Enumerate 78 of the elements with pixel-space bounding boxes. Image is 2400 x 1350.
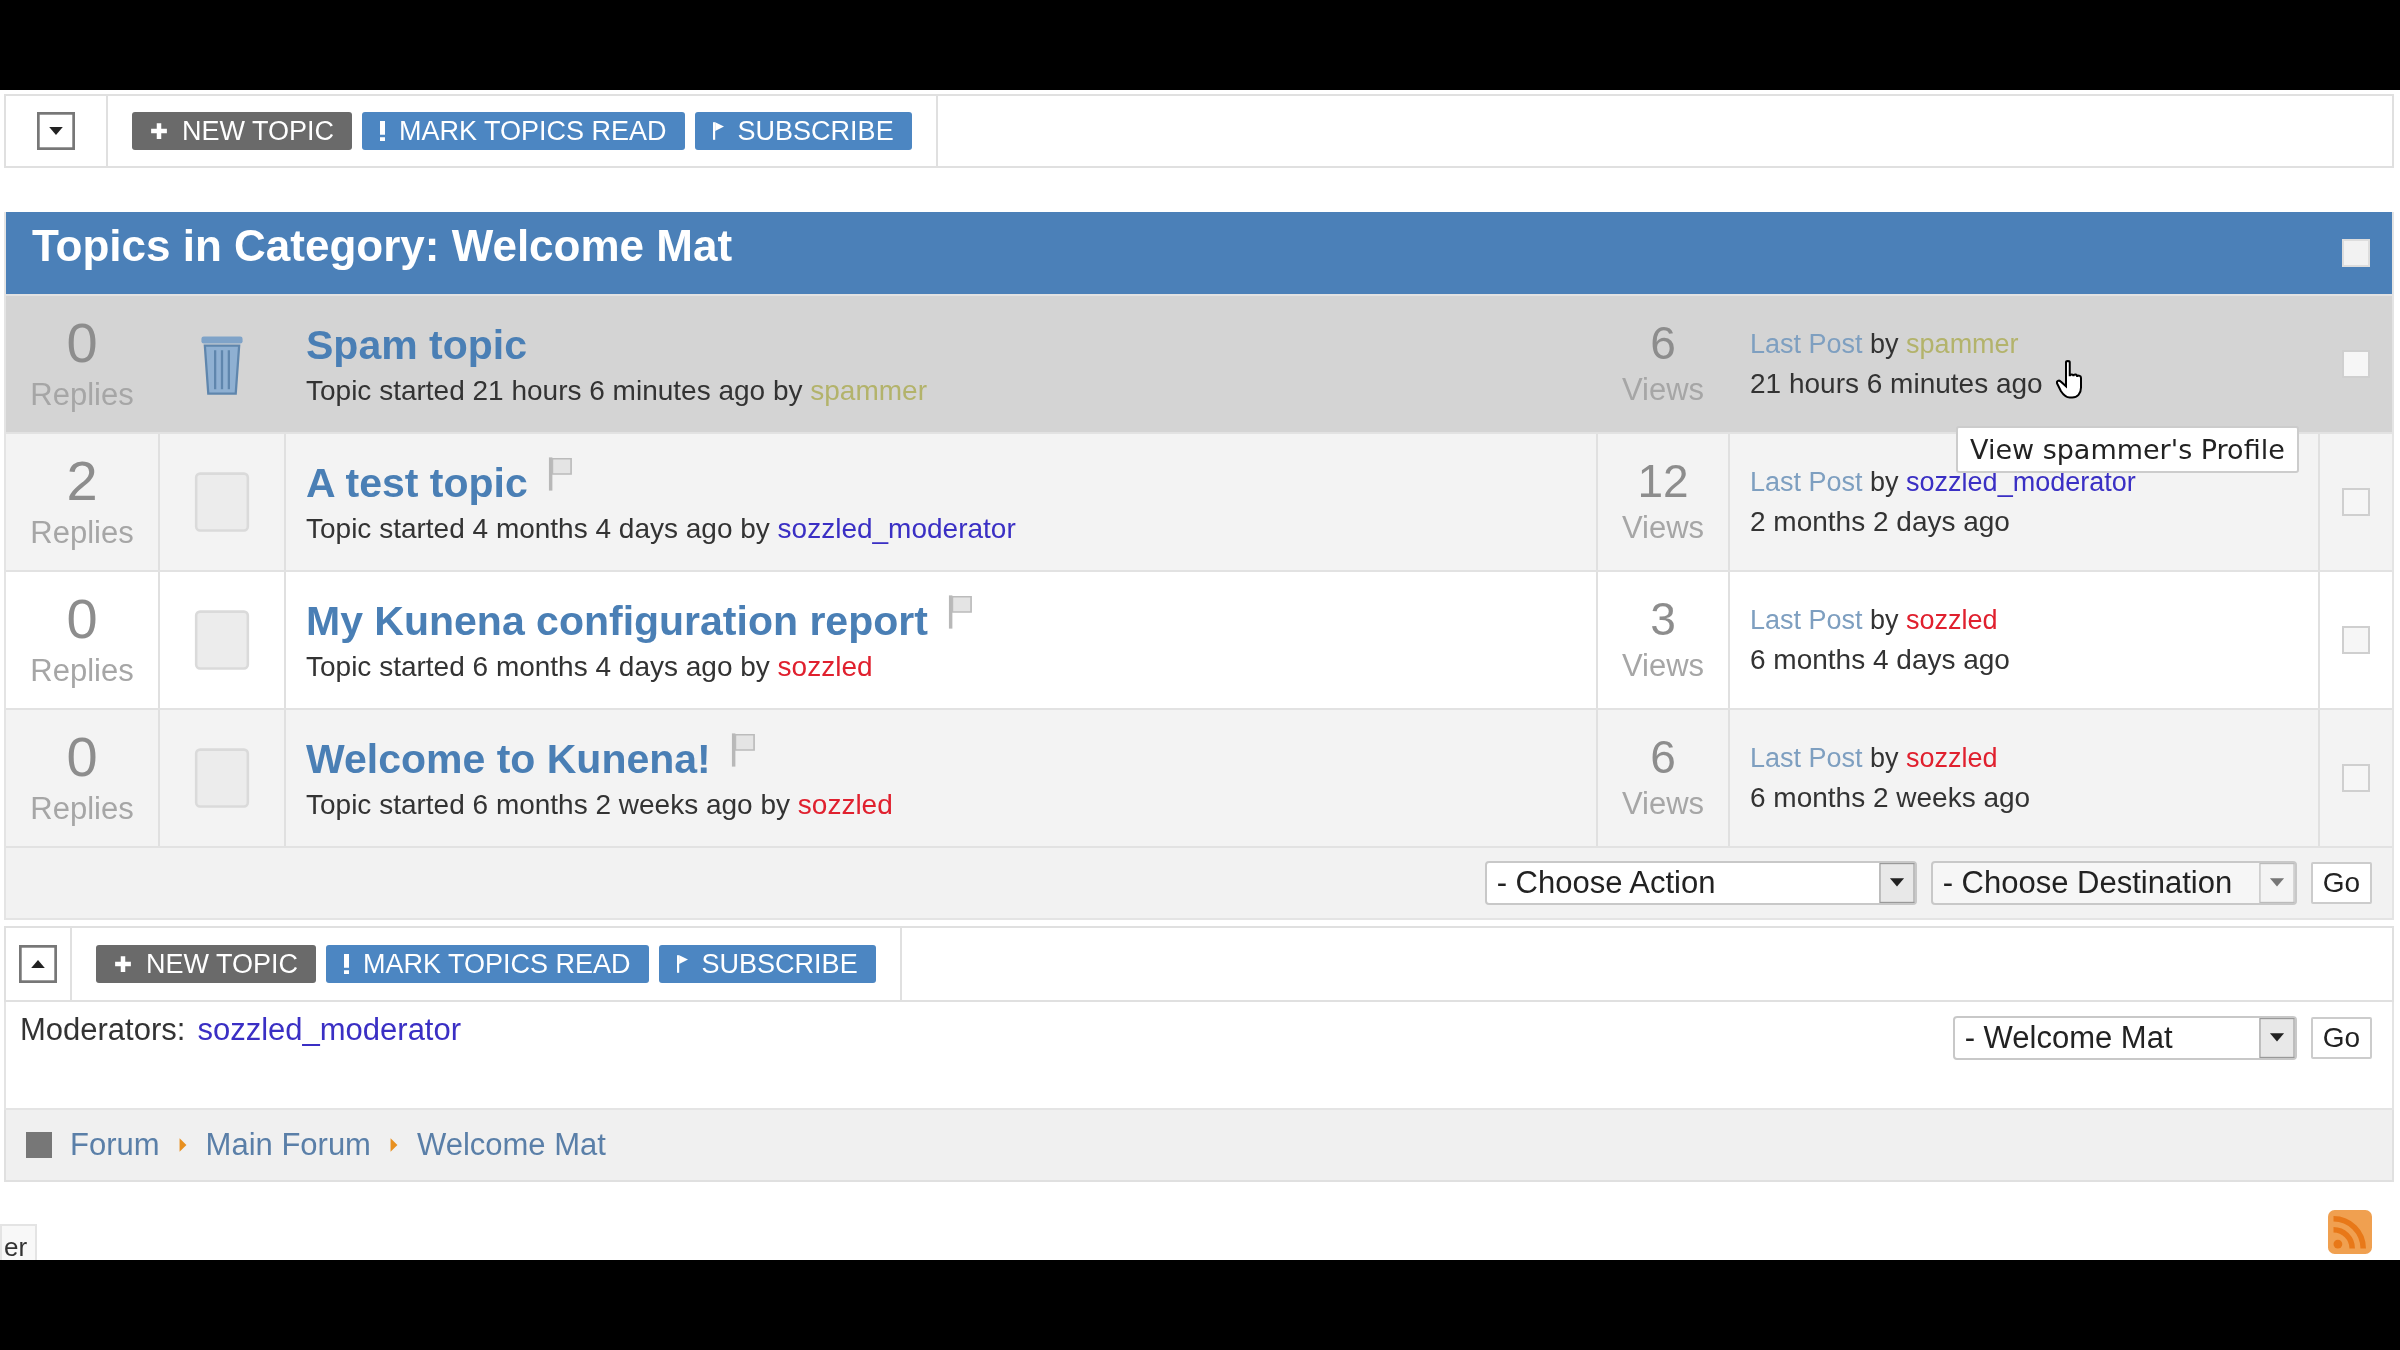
author-link[interactable]: sozzled [777,650,873,682]
last-post-time: 6 months 4 days ago [1750,643,2010,676]
toggle-icon[interactable] [37,112,75,150]
topic-checkbox[interactable] [2342,626,2370,654]
reply-count: 2 [66,453,98,509]
topic-meta: Topic started 4 months 4 days ago by sozzled_moderator [306,512,1017,545]
plus-icon [114,955,132,973]
topic-title-link[interactable]: A test topic [306,459,528,507]
dropdown-caret-icon [1878,863,1915,903]
topic-checkbox[interactable] [2342,764,2370,792]
replies-label: Replies [30,515,134,551]
reply-count: 0 [66,591,98,647]
footer-tab[interactable]: er [0,1224,38,1260]
topic-title-link[interactable]: Spam topic [306,321,527,369]
last-post-line: Last Post by sozzled [1750,604,1998,636]
flag-icon [712,122,724,140]
author-link[interactable]: sozzled [1906,604,1998,635]
breadcrumb-link[interactable]: Main Forum [205,1127,371,1163]
breadcrumb-link[interactable]: Welcome Mat [416,1127,606,1163]
go-button[interactable]: Go [2310,862,2372,904]
topic-meta: Topic started 6 months 4 days ago by sozzled [306,650,874,683]
author-link[interactable]: sozzled_moderator [777,512,1016,544]
new-topic-button[interactable]: NEW TOPIC [96,945,317,983]
view-count: 6 [1650,734,1676,780]
subscribe-button[interactable]: SUBSCRIBE [658,945,876,983]
views-label: Views [1621,510,1705,546]
replies-label: Replies [30,653,134,689]
new-topic-button[interactable]: NEW TOPIC [132,112,353,150]
exclamation-icon [344,954,350,974]
topic-meta: Topic started 21 hours 6 minutes ago by spammer [306,374,928,407]
moderators-label: Moderators: [20,1012,186,1048]
breadcrumb-icon [26,1132,52,1158]
view-count: 3 [1650,596,1676,642]
topic-icon [193,747,251,809]
go-button[interactable]: Go [2310,1017,2372,1059]
chevron-icon [388,1137,399,1153]
topic-title-link[interactable]: My Kunena configuration report [306,597,928,645]
last-post-line: Last Post by spammer [1750,328,2019,360]
mark-read-button[interactable]: MARK TOPICS READ [326,945,649,983]
action-select[interactable]: - Choose Action [1484,861,1917,905]
topic-row[interactable]: 0 Replies My Kunena configuration report Topic started 6 months 4 days ago by sozzled 3 Views Last Post by sozzled 6 months 4 days ago [6,570,2392,708]
view-count: 6 [1650,320,1676,366]
topic-row[interactable]: 0 Replies Welcome to Kunena! Topic started 6 months 2 weeks ago by sozzled 6 Views Last Post by sozzled 6 months 2 weeks ago [6,708,2392,846]
toggle-icon[interactable] [19,945,57,983]
moderator-link[interactable]: sozzled_moderator [197,1012,462,1048]
reply-count: 0 [66,729,98,785]
rss-icon[interactable] [2328,1210,2372,1254]
last-post-line: Last Post by sozzled [1750,742,1998,774]
reply-count: 0 [66,315,98,371]
view-count: 12 [1637,458,1689,504]
exclamation-icon [380,121,386,141]
chevron-icon [177,1137,188,1153]
select-all-checkbox[interactable] [2342,239,2370,267]
flag-icon [676,955,688,973]
breadcrumb-link[interactable]: Forum [70,1127,160,1163]
tooltip: View spammer's Profile [1956,426,2299,473]
replies-label: Replies [30,791,134,827]
last-post-time: 6 months 2 weeks ago [1750,781,2031,814]
views-label: Views [1621,786,1705,822]
author-link[interactable]: sozzled [1906,742,1998,773]
destination-select[interactable]: - Choose Destination [1930,861,2297,905]
mark-read-button[interactable]: MARK TOPICS READ [362,112,685,150]
category-title: Topics in Category: Welcome Mat [32,221,733,271]
topic-checkbox[interactable] [2342,350,2370,378]
topic-meta: Topic started 6 months 2 weeks ago by sozzled [306,788,894,821]
author-link[interactable]: sozzled [797,788,893,820]
subscribe-button[interactable]: SUBSCRIBE [694,112,912,150]
last-post-time: 21 hours 6 minutes ago [1750,367,2043,400]
topic-title-link[interactable]: Welcome to Kunena! [306,735,711,783]
views-label: Views [1621,648,1705,684]
topic-icon [193,471,251,533]
dropdown-caret-icon [2258,1018,2295,1058]
plus-icon [150,122,168,140]
last-post-time: 2 months 2 days ago [1750,505,2010,538]
topic-checkbox[interactable] [2342,488,2370,516]
forum-jump-select[interactable]: - Welcome Mat [1952,1016,2297,1060]
dropdown-caret-icon [2258,863,2295,903]
topic-icon [193,609,251,671]
